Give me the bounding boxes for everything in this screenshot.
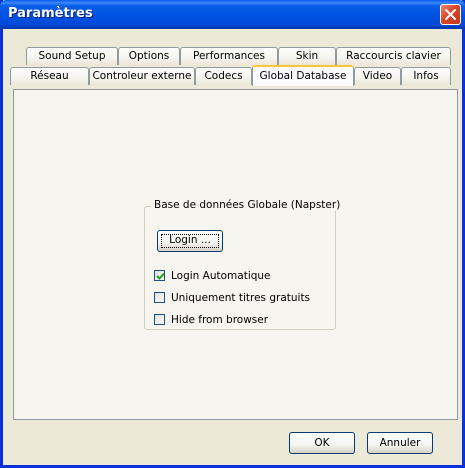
title-bar[interactable]: Paramètres	[0, 0, 465, 29]
tab-video[interactable]: Video	[354, 67, 401, 85]
tab-row-1: Sound Setup Options Performances Skin Ra…	[3, 47, 462, 66]
checkbox-box[interactable]	[154, 314, 165, 325]
window-title: Paramètres	[8, 6, 93, 21]
settings-dialog: Paramètres Sound Setup Options Performan…	[0, 0, 465, 468]
checkbox-box[interactable]	[154, 292, 165, 303]
login-button[interactable]: Login ...	[157, 230, 223, 252]
cancel-button[interactable]: Annuler	[367, 432, 433, 454]
tab-sound-setup[interactable]: Sound Setup	[26, 47, 118, 65]
groupbox-legend: Base de données Globale (Napster)	[151, 199, 344, 211]
tab-performances[interactable]: Performances	[180, 47, 278, 65]
checkbox-label: Hide from browser	[171, 314, 269, 326]
ok-button[interactable]: OK	[289, 432, 355, 454]
checkbox-box[interactable]	[154, 270, 165, 281]
checkbox-label: Uniquement titres gratuits	[171, 292, 311, 304]
tab-controleur-externe[interactable]: Controleur externe	[89, 67, 195, 85]
tab-skin[interactable]: Skin	[278, 47, 336, 65]
checkmark-icon	[156, 272, 165, 280]
tab-options[interactable]: Options	[118, 47, 180, 65]
napster-groupbox: Base de données Globale (Napster) Login …	[144, 199, 344, 330]
tab-reseau[interactable]: Réseau	[10, 67, 89, 85]
close-button[interactable]	[440, 4, 461, 25]
checkbox-label: Login Automatique	[171, 270, 271, 282]
tab-global-database[interactable]: Global Database	[252, 65, 354, 86]
tab-panel-global-database: Base de données Globale (Napster) Login …	[13, 89, 458, 420]
tab-row-2: Réseau Controleur externe Codecs Global …	[3, 65, 462, 86]
focus-rect	[161, 234, 219, 248]
tab-raccourcis-clavier[interactable]: Raccourcis clavier	[336, 47, 451, 65]
close-icon	[445, 9, 456, 20]
tab-infos[interactable]: Infos	[401, 67, 451, 85]
tab-codecs[interactable]: Codecs	[195, 67, 252, 85]
